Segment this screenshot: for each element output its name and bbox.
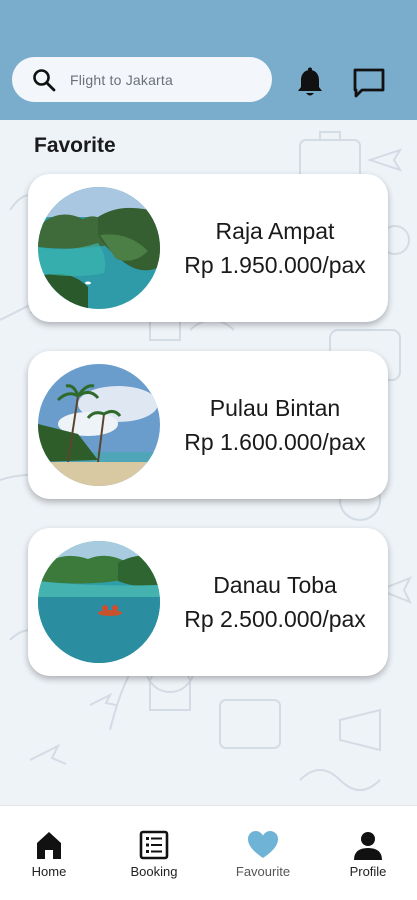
favorite-card-danau-toba[interactable]: Danau Toba Rp 2.500.000/pax (28, 528, 388, 676)
nav-profile-label: Profile (349, 864, 387, 879)
top-header: Flight to Jakarta (0, 0, 417, 120)
home-icon (37, 832, 61, 859)
page-title: Favorite (34, 134, 116, 157)
destination-price: Rp 1.950.000/pax (184, 252, 366, 278)
destination-photo (38, 187, 160, 309)
destination-name: Pulau Bintan (209, 395, 341, 421)
bell-icon[interactable] (293, 66, 327, 100)
profile-icon (354, 832, 382, 860)
chat-icon[interactable] (352, 66, 386, 100)
nav-profile[interactable]: Profile (323, 830, 413, 879)
destination-price: Rp 1.600.000/pax (184, 429, 366, 455)
search-bar[interactable]: Flight to Jakarta (12, 57, 272, 102)
favorite-card-pulau-bintan[interactable]: Pulau Bintan Rp 1.600.000/pax (28, 351, 388, 499)
bottom-navigation: Home Booking Favourite Profile (0, 805, 417, 900)
favorite-card-raja-ampat[interactable]: Raja Ampat Rp 1.950.000/pax (28, 174, 388, 322)
nav-favourite[interactable]: Favourite (218, 830, 308, 879)
destination-photo (38, 541, 160, 663)
destination-name: Raja Ampat (215, 218, 335, 244)
heart-icon (248, 831, 278, 858)
booking-icon (139, 830, 169, 860)
nav-booking-label: Booking (130, 864, 178, 879)
destination-photo (38, 364, 160, 486)
search-icon (33, 68, 56, 91)
destination-price: Rp 2.500.000/pax (184, 606, 366, 632)
nav-home[interactable]: Home (4, 830, 94, 879)
nav-favourite-label: Favourite (235, 864, 291, 879)
search-placeholder: Flight to Jakarta (70, 71, 173, 88)
nav-home-label: Home (31, 864, 67, 879)
nav-booking[interactable]: Booking (109, 830, 199, 879)
destination-name: Danau Toba (213, 572, 337, 598)
